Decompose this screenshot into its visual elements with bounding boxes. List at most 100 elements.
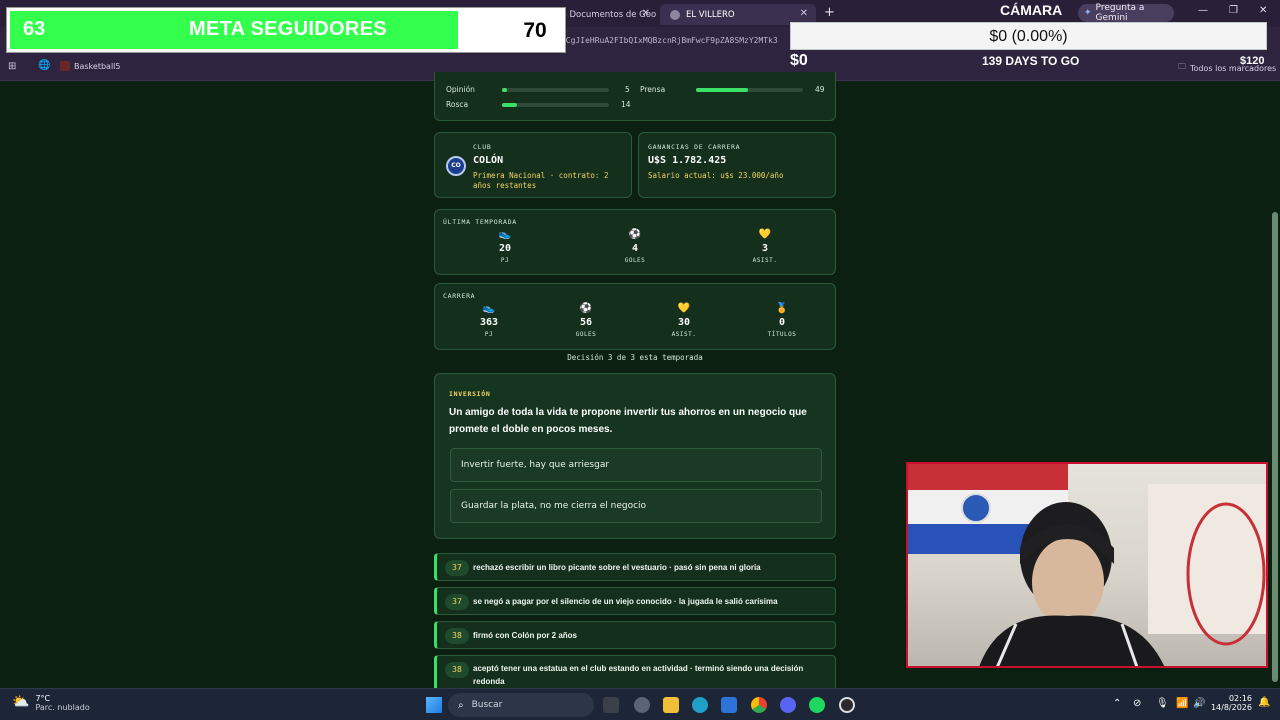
webcam-feed	[906, 462, 1268, 668]
clock-time: 02:16	[1228, 694, 1252, 703]
weather-temp: 7°C	[35, 694, 51, 703]
followers-goal-widget: 63 META SEGUIDORES 70	[6, 7, 566, 53]
career-label: CARRERA	[443, 292, 476, 300]
earnings-value: U$S 1.782.425	[648, 155, 727, 166]
event-category: INVERSIÓN	[449, 390, 491, 398]
gemini-sparkle-icon: ✦	[1084, 8, 1092, 18]
last-season-stat-goles: ⚽ 4 GOLES	[605, 229, 665, 264]
wifi-icon[interactable]: 📶	[1176, 698, 1188, 709]
gemini-label: Pregunta a Gemini	[1095, 3, 1145, 23]
gemini-button[interactable]: ✦ Pregunta a Gemini	[1078, 3, 1174, 23]
settings-gear-icon[interactable]	[634, 697, 650, 713]
globe-icon[interactable]: 🌐	[38, 60, 50, 71]
career-stat-goles: ⚽ 56 GOLES	[556, 303, 616, 338]
last-season-stat-asist: 💛 3 ASIST.	[735, 229, 795, 264]
bookmark-label: Basketball5	[74, 61, 121, 71]
bookmark-basketball5[interactable]: Basketball5	[60, 61, 120, 71]
stat-caption: GOLES	[575, 331, 597, 338]
history-text: se negó a pagar por el silencio de un vi…	[473, 597, 778, 606]
taskbar-search[interactable]: ⌕ Buscar	[448, 693, 594, 717]
history-item: 37 se negó a pagar por el silencio de un…	[434, 587, 836, 615]
stat-value: 20	[498, 243, 512, 254]
followers-goal-box: 70	[508, 11, 562, 49]
history-age: 37	[445, 560, 469, 576]
edge-icon[interactable]	[692, 697, 708, 713]
camera-off-icon[interactable]: ⊘	[1133, 698, 1141, 709]
folder-icon: 🗀	[1178, 62, 1186, 71]
attr-bar-rosca	[502, 103, 609, 107]
career-stat-asist: 💛 30 ASIST.	[654, 303, 714, 338]
ball-icon: ⚽	[579, 303, 593, 314]
microphone-icon[interactable]: 🎙	[1156, 698, 1169, 709]
minimize-icon[interactable]: —	[1198, 5, 1208, 16]
chevron-up-icon[interactable]: ⌃	[1113, 698, 1121, 709]
new-tab-button[interactable]: +	[824, 5, 835, 20]
career-card: CARRERA 👟 363 PJ ⚽ 56 GOLES 💛 30 ASIST. …	[434, 283, 836, 350]
stat-value: 4	[631, 243, 639, 254]
apps-grid-icon[interactable]: ⊞	[8, 61, 16, 72]
scrollbar-thumb[interactable]	[1272, 212, 1278, 682]
attr-value-rosca: 14	[621, 100, 631, 109]
ball-icon: ⚽	[628, 229, 642, 240]
close-tab-icon[interactable]: ✕	[642, 8, 650, 19]
webcam-image	[908, 464, 1266, 666]
decision-counter: Decisión 3 de 3 esta temporada	[567, 353, 703, 362]
stat-caption: PJ	[484, 331, 494, 338]
history-age: 38	[445, 628, 469, 644]
search-icon: ⌕	[458, 699, 464, 711]
followers-goal-title: META SEGUIDORES	[189, 18, 387, 40]
notification-icon[interactable]: 🔔	[1258, 697, 1270, 708]
attr-bar-opinion	[502, 88, 609, 92]
career-stat-pj: 👟 363 PJ	[459, 303, 519, 338]
history-item: 37 rechazó escribir un libro picante sob…	[434, 553, 836, 581]
weather-desc: Parc. nublado	[35, 703, 90, 712]
event-option-invest[interactable]: Invertir fuerte, hay que arriesgar	[450, 448, 822, 482]
volume-icon[interactable]: 🔊	[1193, 698, 1205, 709]
attributes-card: Opinión 5 Prensa 49 Rosca 14	[434, 72, 836, 121]
tab-label: EL VILLERO	[686, 9, 735, 20]
club-name: COLÓN	[473, 155, 504, 166]
search-placeholder: Buscar	[471, 700, 503, 710]
event-option-save[interactable]: Guardar la plata, no me cierra el negoci…	[450, 489, 822, 523]
camera-label: CÁMARA	[1000, 2, 1063, 18]
donation-goal: $120	[1240, 55, 1265, 67]
weather-widget[interactable]: ⛅ 7°C Parc. nublado	[12, 694, 90, 712]
spotify-icon[interactable]	[809, 697, 825, 713]
earnings-label: GANANCIAS DE CARRERA	[648, 143, 741, 151]
stat-caption: ASIST.	[752, 257, 778, 264]
clock[interactable]: 02:16 14/8/2026	[1208, 694, 1252, 712]
career-stat-titulos: 🏅 0 TÍTULOS	[752, 303, 812, 338]
followers-goal-value: 70	[523, 19, 547, 42]
close-window-icon[interactable]: ✕	[1259, 5, 1267, 16]
club-badge-text: CO	[451, 162, 461, 169]
store-icon[interactable]	[721, 697, 737, 713]
attr-label-prensa: Prensa	[640, 85, 666, 94]
clock-date: 14/8/2026	[1210, 703, 1252, 712]
obs-icon[interactable]	[839, 697, 855, 713]
stat-value: 56	[579, 317, 593, 328]
attr-bar-fill	[502, 103, 517, 107]
boot-icon: 👟	[482, 303, 496, 314]
stat-value: 30	[677, 317, 691, 328]
followers-current: 63	[23, 18, 46, 40]
last-season-stat-pj: 👟 20 PJ	[475, 229, 535, 264]
windows-start-icon[interactable]	[426, 697, 442, 713]
event-card: INVERSIÓN Un amigo de toda la vida te pr…	[434, 373, 836, 539]
file-explorer-icon[interactable]	[663, 697, 679, 713]
medal-icon: 🏅	[775, 303, 789, 314]
basketball-favicon-icon	[60, 61, 70, 71]
task-view-icon[interactable]	[603, 697, 619, 713]
history-age: 37	[445, 594, 469, 610]
salary-text: Salario actual: u$s 23.000/año	[648, 171, 784, 180]
history-text: rechazó escribir un libro picante sobre …	[473, 563, 761, 572]
restore-icon[interactable]: ❐	[1229, 5, 1238, 16]
chrome-icon[interactable]	[751, 697, 767, 713]
club-card: CLUB CO COLÓN Primera Nacional · contrat…	[434, 132, 632, 198]
attr-label-opinion: Opinión	[446, 85, 475, 94]
discord-icon[interactable]	[780, 697, 796, 713]
donation-percent-box: $0 (0.00%)	[790, 22, 1267, 50]
days-to-go: 139 DAYS TO GO	[982, 54, 1080, 68]
attr-bar-prensa	[696, 88, 803, 92]
last-season-card: ÚLTIMA TEMPORADA 👟 20 PJ ⚽ 4 GOLES 💛 3 A…	[434, 209, 836, 275]
close-tab-icon[interactable]: ✕	[800, 8, 808, 19]
